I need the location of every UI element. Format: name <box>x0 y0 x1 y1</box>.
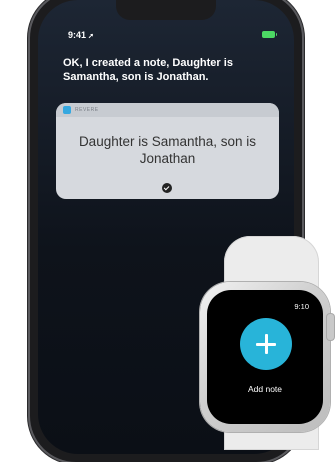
note-card-header: REVERE <box>56 103 279 117</box>
battery-icon <box>262 31 277 38</box>
plus-icon <box>240 318 292 370</box>
siri-response-text: OK, I created a note, Daughter is Samant… <box>63 57 233 83</box>
add-note-button[interactable] <box>240 318 292 370</box>
location-arrow-icon: ➚ <box>88 33 94 40</box>
status-time-text: 9:41 <box>68 30 87 40</box>
status-bar-time: 9:41 ➚ <box>68 30 94 40</box>
app-icon <box>63 106 71 114</box>
phone-notch <box>116 0 216 20</box>
watch-screen: 9:10 Add note <box>207 290 323 424</box>
check-circle-icon <box>162 183 172 193</box>
watch-digital-crown[interactable] <box>327 314 334 340</box>
note-card[interactable]: REVERE Daughter is Samantha, son is Jona… <box>56 103 279 199</box>
add-note-label: Add note <box>247 384 283 394</box>
app-name: REVERE <box>75 107 99 113</box>
watch-time: 9:10 <box>294 302 309 311</box>
note-text: Daughter is Samantha, son is Jonathan <box>78 134 257 166</box>
